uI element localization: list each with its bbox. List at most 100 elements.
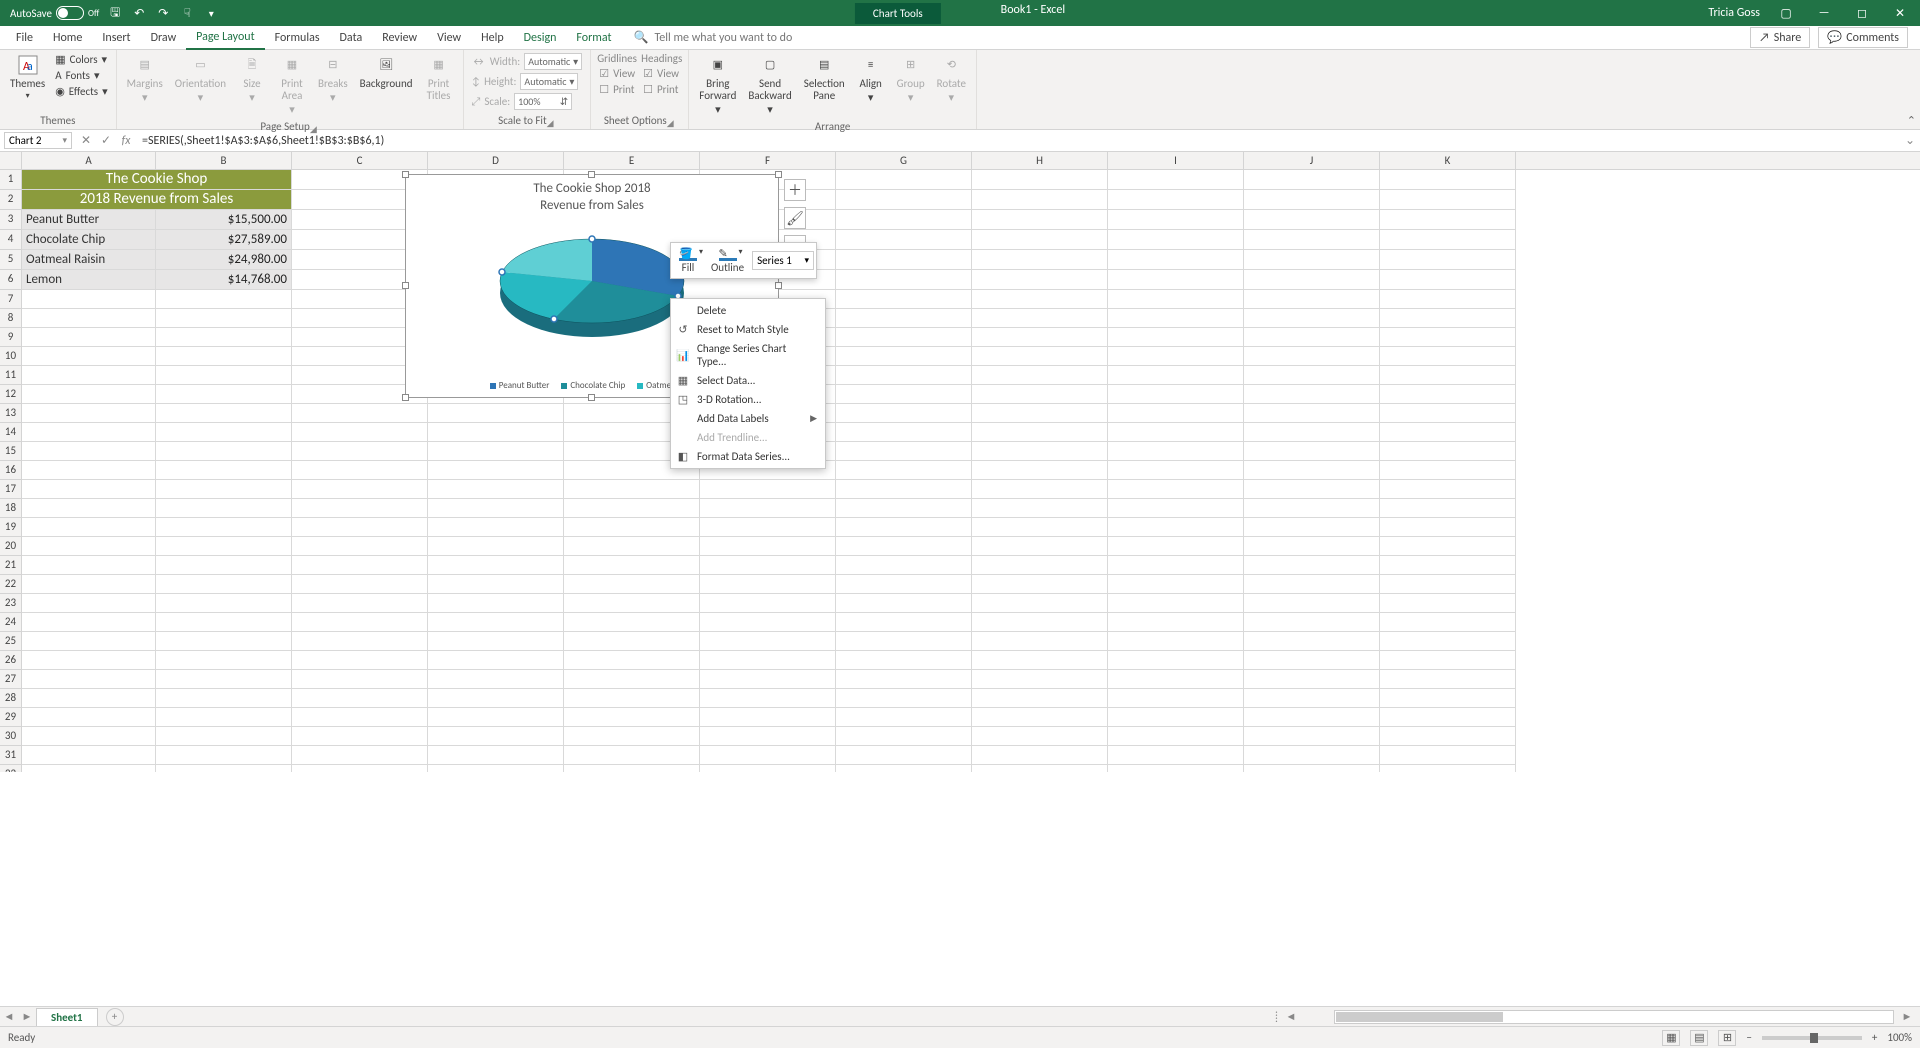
row-header-28[interactable]: 28	[0, 689, 22, 708]
cell[interactable]	[836, 170, 972, 190]
cell[interactable]	[1244, 708, 1380, 727]
sheet-tab-sheet1[interactable]: Sheet1	[36, 1008, 98, 1026]
cell[interactable]	[700, 613, 836, 632]
cell[interactable]	[156, 708, 292, 727]
cell[interactable]	[22, 480, 156, 499]
cell[interactable]	[156, 670, 292, 689]
cell[interactable]	[22, 708, 156, 727]
cell[interactable]	[1244, 442, 1380, 461]
cell[interactable]	[836, 499, 972, 518]
cell[interactable]	[972, 290, 1108, 309]
row-header-17[interactable]: 17	[0, 480, 22, 499]
tab-data[interactable]: Data	[330, 27, 373, 49]
cell[interactable]	[428, 613, 564, 632]
cell[interactable]	[972, 250, 1108, 270]
cell-title[interactable]: The Cookie Shop	[22, 170, 292, 190]
cell[interactable]	[1244, 670, 1380, 689]
cell[interactable]	[1108, 727, 1244, 746]
cell[interactable]	[22, 537, 156, 556]
cell[interactable]	[836, 270, 972, 290]
cell[interactable]	[292, 594, 428, 613]
cell[interactable]	[22, 765, 156, 772]
cell[interactable]	[1380, 594, 1516, 613]
ctx-reset[interactable]: ↺Reset to Match Style	[671, 320, 825, 339]
cell[interactable]	[1244, 328, 1380, 347]
cell[interactable]	[22, 423, 156, 442]
cell[interactable]	[1380, 309, 1516, 328]
cell[interactable]	[700, 689, 836, 708]
cell[interactable]	[1108, 537, 1244, 556]
cell[interactable]	[292, 651, 428, 670]
cell[interactable]	[1380, 170, 1516, 190]
cell[interactable]	[1108, 689, 1244, 708]
cell[interactable]	[1108, 190, 1244, 210]
cell[interactable]	[1380, 651, 1516, 670]
cell[interactable]	[22, 689, 156, 708]
series-selector[interactable]: Series 1▾	[752, 251, 814, 270]
cell[interactable]	[564, 537, 700, 556]
cell[interactable]	[1108, 613, 1244, 632]
cell[interactable]	[428, 746, 564, 765]
tell-me-search[interactable]: 🔍 Tell me what you want to do	[634, 30, 793, 45]
hscroll-track[interactable]	[1334, 1010, 1894, 1024]
cell[interactable]	[292, 442, 428, 461]
cell[interactable]	[836, 594, 972, 613]
cell[interactable]	[1244, 518, 1380, 537]
cell[interactable]	[836, 537, 972, 556]
cell[interactable]	[1244, 537, 1380, 556]
print-area-button[interactable]: ▦Print Area▾	[274, 52, 310, 118]
cell[interactable]	[1244, 765, 1380, 772]
cell[interactable]	[22, 499, 156, 518]
chart-elements-button[interactable]: ＋	[784, 179, 806, 201]
cell[interactable]	[836, 727, 972, 746]
cell[interactable]	[1244, 366, 1380, 385]
effects-button[interactable]: ◉Effects▾	[53, 84, 109, 99]
row-header-19[interactable]: 19	[0, 518, 22, 537]
cell[interactable]	[700, 727, 836, 746]
row-header-2[interactable]: 2	[0, 190, 22, 210]
tab-design[interactable]: Design	[514, 27, 567, 49]
cell[interactable]	[22, 366, 156, 385]
cell-subtitle[interactable]: 2018 Revenue from Sales	[22, 190, 292, 210]
cell[interactable]	[156, 347, 292, 366]
cell[interactable]	[836, 250, 972, 270]
cell[interactable]	[564, 765, 700, 772]
col-header-h[interactable]: H	[972, 152, 1108, 169]
cell[interactable]	[428, 556, 564, 575]
chart-styles-button[interactable]: 🖌	[784, 207, 806, 229]
row-header-32[interactable]: 32	[0, 765, 22, 772]
ctx-add-data-labels[interactable]: Add Data Labels▶	[671, 409, 825, 428]
cell[interactable]	[972, 499, 1108, 518]
row-header-9[interactable]: 9	[0, 328, 22, 347]
cell[interactable]	[1108, 594, 1244, 613]
cell[interactable]	[1244, 632, 1380, 651]
cell[interactable]	[1380, 423, 1516, 442]
cell[interactable]	[22, 385, 156, 404]
cell[interactable]	[564, 518, 700, 537]
cell[interactable]	[836, 309, 972, 328]
cell[interactable]	[836, 651, 972, 670]
cell[interactable]	[22, 746, 156, 765]
row-header-21[interactable]: 21	[0, 556, 22, 575]
cell[interactable]	[292, 746, 428, 765]
cell[interactable]	[1108, 347, 1244, 366]
zoom-out-icon[interactable]: −	[1746, 1031, 1751, 1044]
cell[interactable]	[1244, 689, 1380, 708]
cell[interactable]	[972, 651, 1108, 670]
cell-label[interactable]: Chocolate Chip	[22, 230, 156, 250]
group-button[interactable]: ⊞Group▾	[893, 52, 929, 106]
cell[interactable]	[564, 480, 700, 499]
cell[interactable]	[1244, 613, 1380, 632]
cell[interactable]	[156, 651, 292, 670]
bring-forward-button[interactable]: ▣Bring Forward▾	[695, 52, 740, 118]
cell[interactable]	[1380, 727, 1516, 746]
cell[interactable]	[428, 727, 564, 746]
collapse-ribbon-icon[interactable]: ⌃	[1907, 114, 1916, 127]
cell[interactable]	[22, 613, 156, 632]
row-header-18[interactable]: 18	[0, 499, 22, 518]
cell[interactable]	[156, 746, 292, 765]
cell[interactable]	[1108, 556, 1244, 575]
cell[interactable]	[156, 689, 292, 708]
cell[interactable]	[700, 537, 836, 556]
cell[interactable]	[156, 309, 292, 328]
